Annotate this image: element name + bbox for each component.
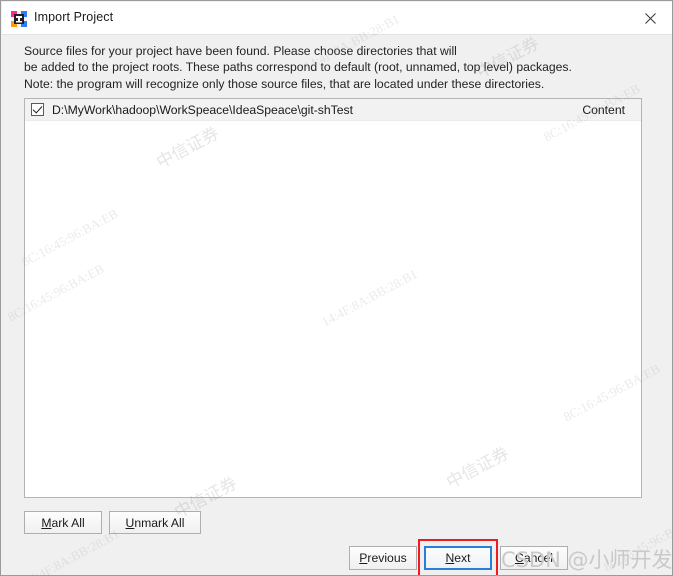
mark-all-button[interactable]: Mark All xyxy=(24,511,102,534)
cancel-accel: C xyxy=(515,551,524,565)
description-line-2: be added to the project roots. These pat… xyxy=(24,60,572,75)
intellij-idea-icon xyxy=(11,11,27,27)
list-item[interactable]: D:\MyWork\hadoop\WorkSpeace\IdeaSpeace\g… xyxy=(25,99,641,121)
cancel-label: ancel xyxy=(523,551,553,565)
title-bar: Import Project xyxy=(2,2,672,35)
next-label: ext xyxy=(454,551,471,565)
mac-watermark: 8C:16:45:96:BA:EB xyxy=(601,510,673,575)
mark-all-label: ark All xyxy=(51,515,85,530)
row-checkbox[interactable] xyxy=(31,103,44,116)
dialog-description: Source files for your project have been … xyxy=(24,43,644,92)
previous-accel: P xyxy=(359,551,368,565)
close-icon[interactable] xyxy=(627,2,672,34)
window-title: Import Project xyxy=(34,10,114,24)
unmark-all-label: nmark All xyxy=(134,515,185,530)
next-accel: N xyxy=(445,551,455,565)
content-column-header: Content xyxy=(582,103,625,117)
source-directories-list[interactable]: D:\MyWork\hadoop\WorkSpeace\IdeaSpeace\g… xyxy=(24,98,642,498)
previous-label: revious xyxy=(367,551,407,565)
description-line-1: Source files for your project have been … xyxy=(24,44,457,58)
unmark-all-accel: U xyxy=(125,515,135,530)
next-button[interactable]: Next xyxy=(424,546,492,570)
description-line-3: Note: the program will recognize only th… xyxy=(24,76,545,91)
mark-all-accel: M xyxy=(41,515,52,530)
previous-button[interactable]: Previous xyxy=(349,546,417,570)
unmark-all-button[interactable]: Unmark All xyxy=(109,511,201,534)
row-path-label: D:\MyWork\hadoop\WorkSpeace\IdeaSpeace\g… xyxy=(52,102,354,117)
cancel-button[interactable]: Cancel xyxy=(500,546,568,570)
import-project-dialog: Import Project Source files for your pro… xyxy=(0,0,673,576)
